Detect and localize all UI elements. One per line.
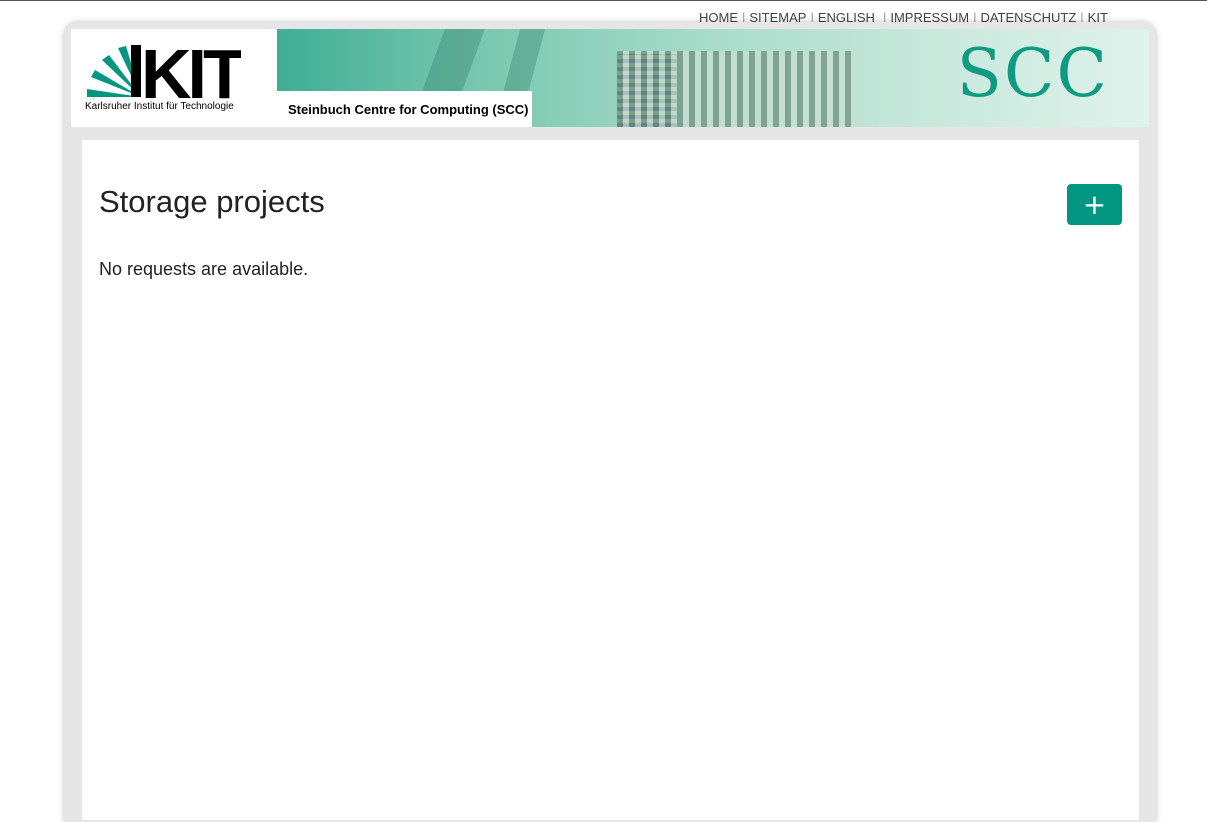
institute-name: Steinbuch Centre for Computing (SCC) bbox=[288, 102, 529, 117]
banner-building-graphic bbox=[617, 51, 857, 127]
site-header: KIT Karlsruher Institut für Technologie … bbox=[71, 29, 1149, 127]
empty-state-message: No requests are available. bbox=[99, 259, 309, 279]
top-border-line bbox=[0, 0, 1207, 1]
kit-subtitle: Karlsruher Institut für Technologie bbox=[85, 101, 234, 112]
add-project-button[interactable]: + bbox=[1067, 184, 1122, 225]
page-title: Storage projects bbox=[99, 184, 325, 219]
scc-logo-text: SCC bbox=[956, 35, 1109, 112]
institute-label-box: Steinbuch Centre for Computing (SCC) bbox=[277, 91, 532, 127]
main-content: Storage projects + No requests are avail… bbox=[82, 140, 1139, 820]
